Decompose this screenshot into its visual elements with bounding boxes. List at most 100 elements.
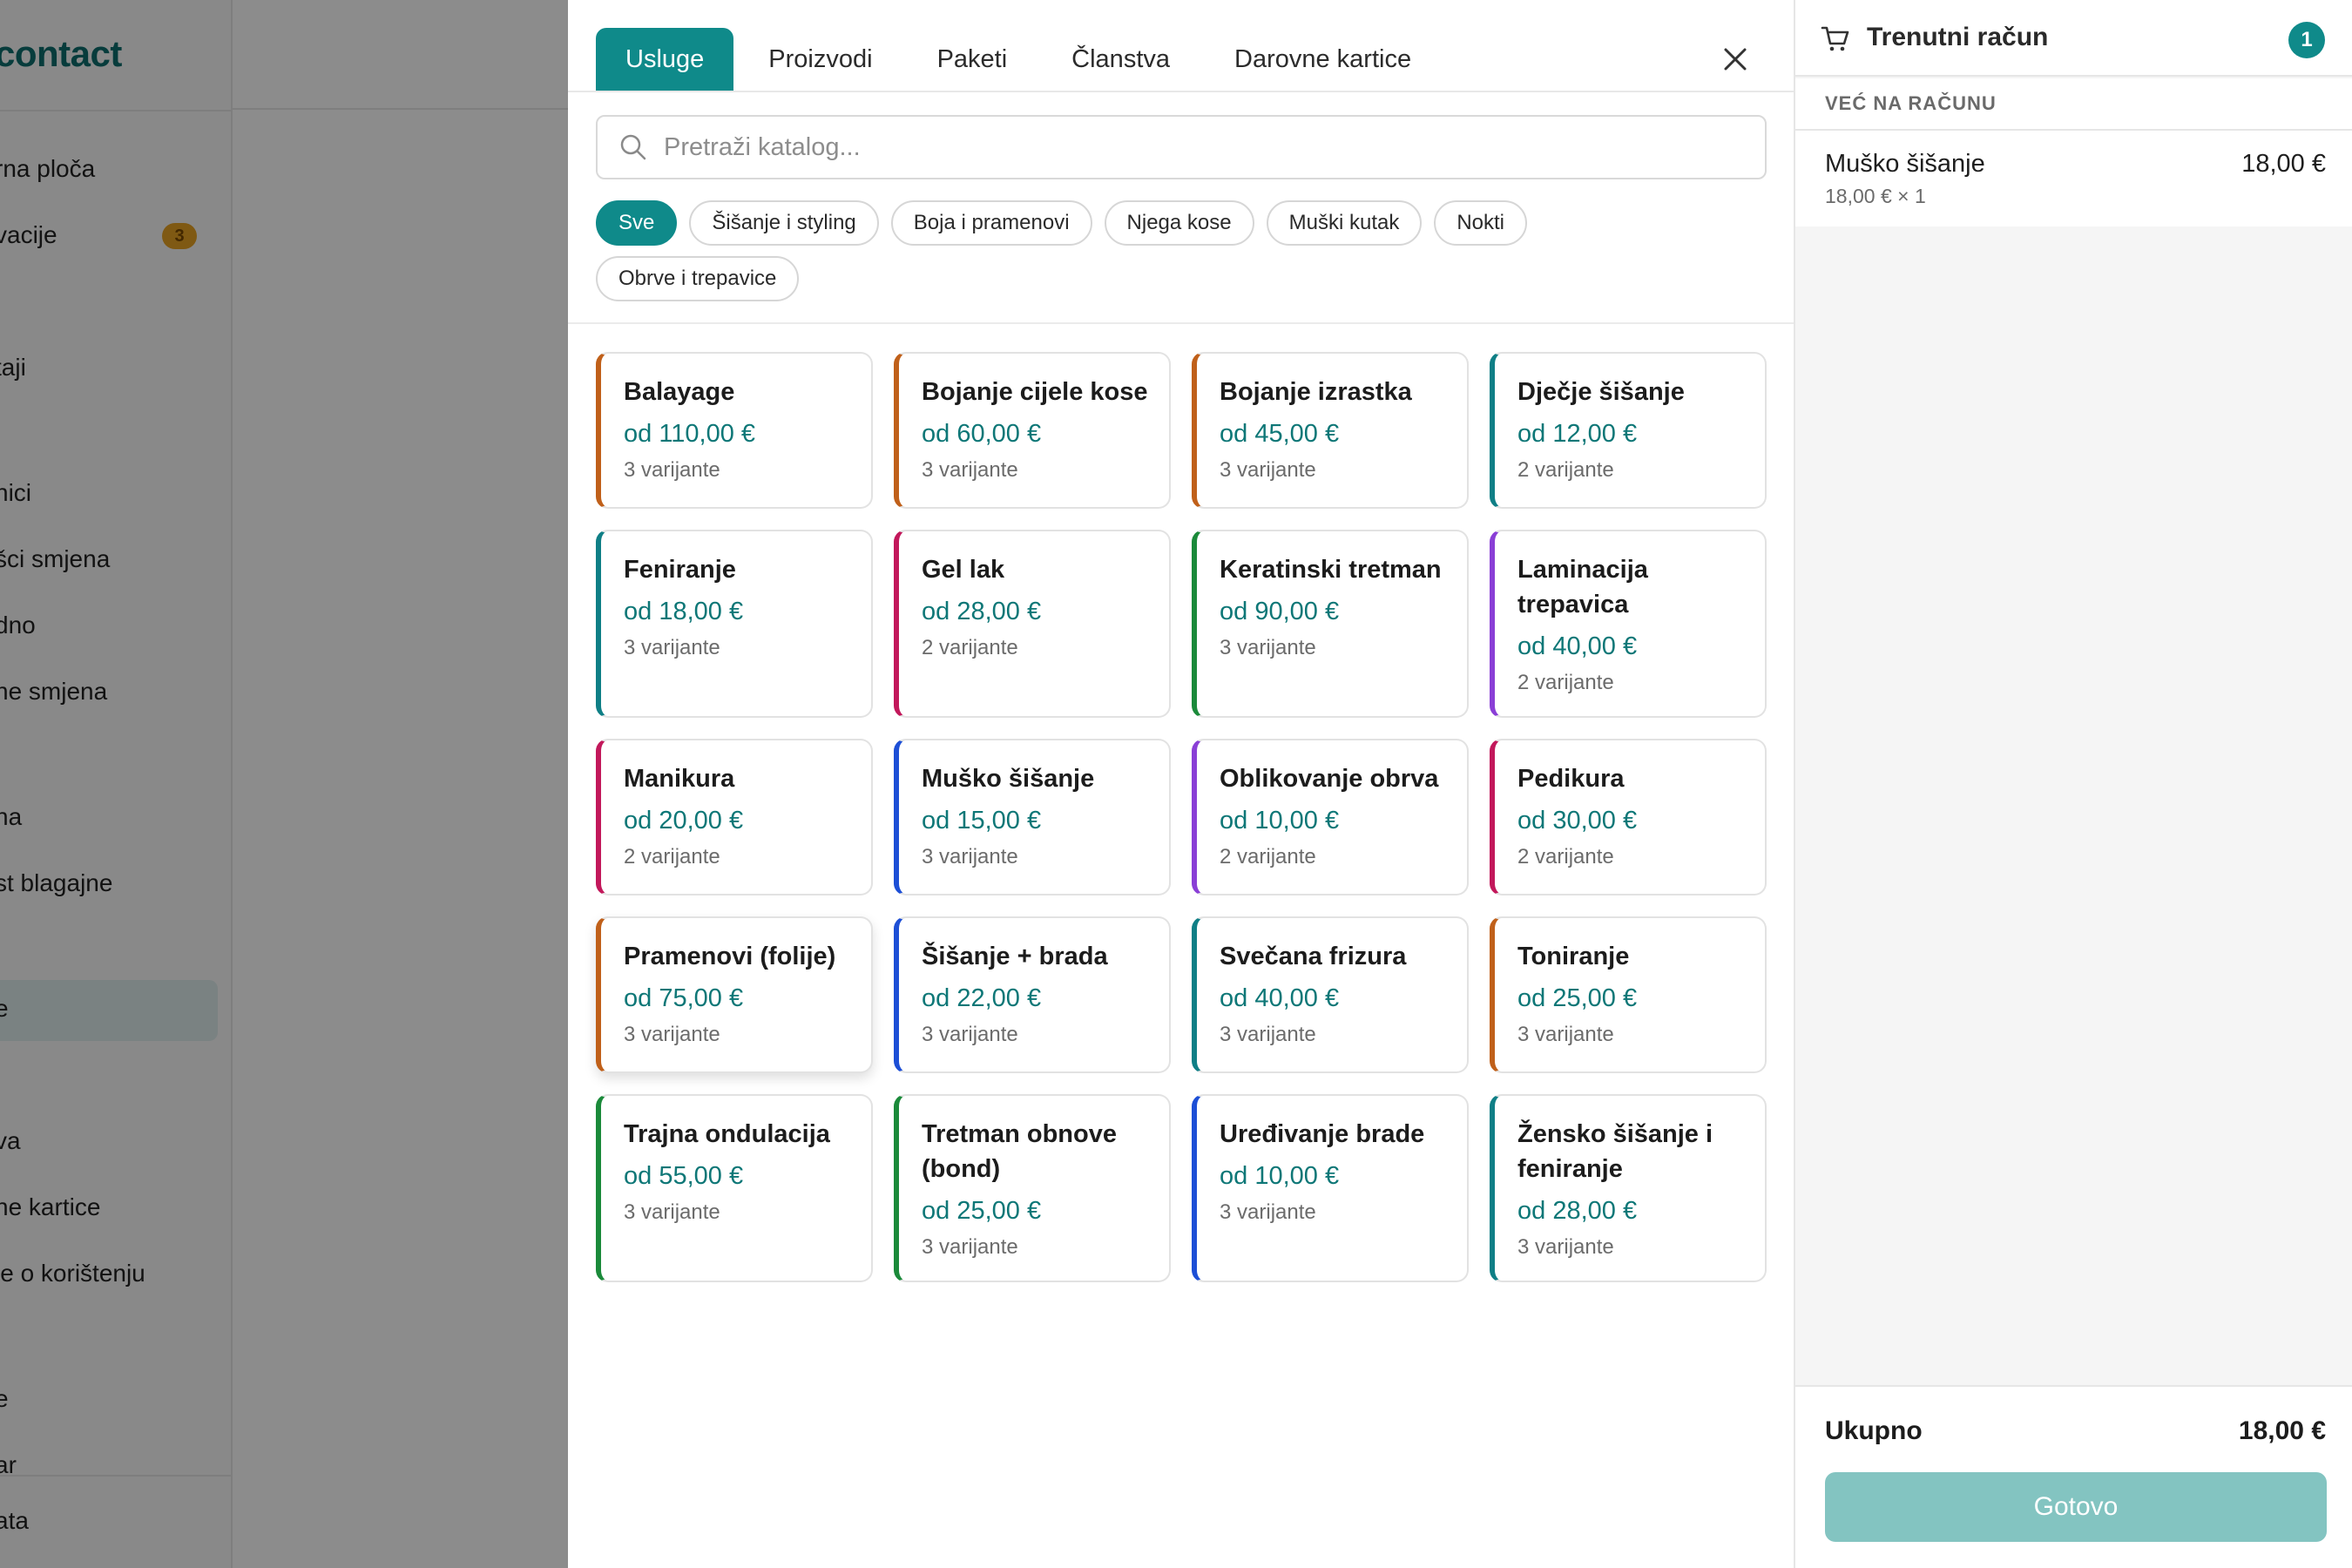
service-name: Gel lak	[922, 556, 1005, 584]
service-card[interactable]: Gel lak od 28,00 € 2 varijante	[894, 530, 1171, 718]
service-card[interactable]: Šišanje + brada od 22,00 € 3 varijante	[894, 916, 1171, 1073]
service-card[interactable]: Tretman obnove (bond) od 25,00 € 3 varijan…	[894, 1094, 1171, 1282]
service-card[interactable]: Svečana frizura od 40,00 € 3 varijante	[1192, 916, 1469, 1073]
service-name: Trajna ondulacija	[624, 1120, 830, 1148]
service-variants: 3 varijante	[1220, 636, 1316, 659]
service-variants: 2 varijante	[1220, 845, 1316, 868]
service-card[interactable]: Oblikovanje obrva od 10,00 € 2 varijante	[1192, 739, 1469, 896]
service-card[interactable]: Feniranje od 18,00 € 3 varijante	[596, 530, 873, 718]
filter-nails[interactable]: Nokti	[1434, 200, 1528, 246]
service-card[interactable]: Toniranje od 25,00 € 3 varijante	[1490, 916, 1767, 1073]
service-price: od 18,00 €	[624, 598, 744, 625]
service-card[interactable]: Trajna ondulacija od 55,00 € 3 varijante	[596, 1094, 873, 1282]
service-name: Šišanje + brada	[922, 943, 1108, 970]
service-card[interactable]: Laminacija trepavica od 40,00 € 2 varijant…	[1490, 530, 1767, 718]
service-variants: 2 varijante	[624, 845, 720, 868]
divider	[568, 322, 1794, 324]
service-price: od 25,00 €	[922, 1197, 1042, 1225]
filter-mens-corner[interactable]: Muški kutak	[1266, 200, 1423, 246]
service-variants: 2 varijante	[1517, 458, 1614, 482]
search-field[interactable]	[596, 115, 1767, 179]
service-variants: 3 varijante	[624, 1200, 720, 1224]
service-price: od 55,00 €	[624, 1162, 744, 1190]
filter-hair-care[interactable]: Njega kose	[1104, 200, 1254, 246]
service-variants: 3 varijante	[1517, 1023, 1614, 1046]
service-variants: 3 varijante	[922, 1023, 1018, 1046]
filter-all[interactable]: Sve	[596, 200, 678, 246]
service-variants: 2 varijante	[1517, 845, 1614, 868]
service-name: Tretman obnove (bond)	[922, 1120, 1117, 1183]
close-button[interactable]	[1716, 40, 1754, 78]
line-item-detail: 18,00 € × 1	[1825, 185, 1926, 207]
service-variants: 2 varijante	[1517, 671, 1614, 694]
tab-services[interactable]: Usluge	[596, 28, 734, 91]
service-variants: 3 varijante	[1517, 1235, 1614, 1259]
service-card[interactable]: Pramenovi (folije) od 75,00 € 3 varijante	[596, 916, 873, 1073]
service-name: Dječje šišanje	[1517, 378, 1685, 406]
service-name: Feniranje	[624, 556, 736, 584]
cart-icon	[1821, 26, 1849, 51]
service-card[interactable]: Žensko šišanje i feniranje od 28,00 € 3 va…	[1490, 1094, 1767, 1282]
service-price: od 40,00 €	[1220, 984, 1340, 1012]
total-value: 18,00 €	[2238, 1416, 2326, 1445]
service-card[interactable]: Dječje šišanje od 12,00 € 2 varijante	[1490, 352, 1767, 509]
service-name: Laminacija trepavica	[1517, 556, 1648, 618]
bill-line-item[interactable]: Muško šišanje 18,00 € 18,00 € × 1	[1795, 131, 2352, 226]
service-card[interactable]: Bojanje cijele kose od 60,00 € 3 varijante	[894, 352, 1171, 509]
service-price: od 15,00 €	[922, 807, 1042, 835]
service-name: Balayage	[624, 378, 735, 406]
service-variants: 3 varijante	[624, 636, 720, 659]
tab-products[interactable]: Proizvodi	[739, 28, 902, 91]
service-card[interactable]: Uređivanje brade od 10,00 € 3 varijante	[1192, 1094, 1469, 1282]
service-price: od 28,00 €	[922, 598, 1042, 625]
done-button[interactable]: Gotovo	[1825, 1472, 2327, 1542]
service-name: Pedikura	[1517, 765, 1625, 793]
service-price: od 110,00 €	[624, 420, 756, 448]
service-name: Svečana frizura	[1220, 943, 1407, 970]
total-label: Ukupno	[1825, 1416, 1923, 1445]
service-name: Toniranje	[1517, 943, 1630, 970]
line-item-name: Muško šišanje	[1825, 150, 1985, 178]
service-name: Oblikovanje obrva	[1220, 765, 1439, 793]
close-icon	[1724, 48, 1747, 71]
service-price: od 10,00 €	[1220, 807, 1340, 835]
service-variants: 3 varijante	[624, 1023, 720, 1046]
service-variants: 2 varijante	[922, 636, 1018, 659]
service-variants: 3 varijante	[1220, 1023, 1316, 1046]
catalog-panel: Usluge Proizvodi Paketi Članstva Darovne…	[568, 0, 1794, 1568]
service-card[interactable]: Keratinski tretman od 90,00 € 3 varijante	[1192, 530, 1469, 718]
filter-cutting-styling[interactable]: Šišanje i styling	[689, 200, 879, 246]
filter-color-highlights[interactable]: Boja i pramenovi	[890, 200, 1092, 246]
service-price: od 12,00 €	[1517, 420, 1638, 448]
service-card[interactable]: Bojanje izrastka od 45,00 € 3 varijante	[1192, 352, 1469, 509]
service-card[interactable]: Muško šišanje od 15,00 € 3 varijante	[894, 739, 1171, 896]
search-input[interactable]	[664, 132, 1709, 162]
bill-title: Trenutni račun	[1867, 23, 2049, 51]
tab-memberships[interactable]: Članstva	[1042, 28, 1200, 91]
service-card[interactable]: Manikura od 20,00 € 2 varijante	[596, 739, 873, 896]
service-grid: Balayage od 110,00 € 3 varijante Bojanje ci…	[596, 352, 1768, 1282]
service-price: od 40,00 €	[1517, 632, 1638, 660]
service-variants: 3 varijante	[922, 1235, 1018, 1259]
catalog-tabs: Usluge Proizvodi Paketi Članstva Darovne…	[596, 28, 1446, 91]
bill-header: Trenutni račun 1	[1795, 0, 2352, 77]
service-price: od 45,00 €	[1220, 420, 1340, 448]
service-card[interactable]: Balayage od 110,00 € 3 varijante	[596, 352, 873, 509]
filter-brows-lashes[interactable]: Obrve i trepavice	[596, 256, 800, 301]
section-label: VEĆ NA RAČUNU	[1825, 92, 1997, 114]
service-price: od 10,00 €	[1220, 1162, 1340, 1190]
service-card[interactable]: Pedikura od 30,00 € 2 varijante	[1490, 739, 1767, 896]
service-name: Pramenovi (folije)	[624, 943, 836, 970]
service-price: od 25,00 €	[1517, 984, 1638, 1012]
line-item-price: 18,00 €	[2241, 150, 2326, 178]
service-price: od 30,00 €	[1517, 807, 1638, 835]
service-name: Muško šišanje	[922, 765, 1095, 793]
service-price: od 90,00 €	[1220, 598, 1340, 625]
bill-footer: Ukupno 18,00 € Gotovo	[1795, 1385, 2352, 1568]
service-name: Manikura	[624, 765, 735, 793]
service-name: Keratinski tretman	[1220, 556, 1442, 584]
tab-packages[interactable]: Paketi	[908, 28, 1037, 91]
tab-gift-cards[interactable]: Darovne kartice	[1205, 28, 1441, 91]
service-variants: 3 varijante	[1220, 1200, 1316, 1224]
search-icon	[620, 134, 646, 160]
